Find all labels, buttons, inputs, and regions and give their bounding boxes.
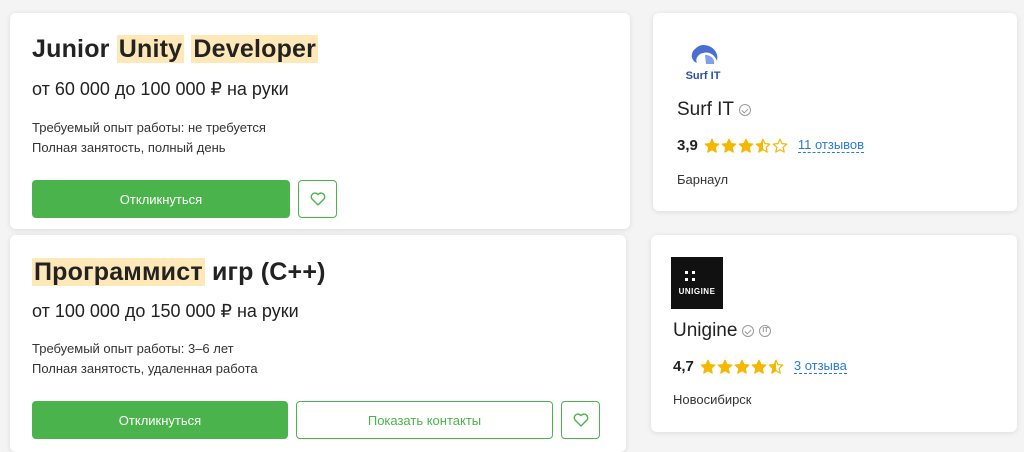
title-part-highlight: Программист (32, 258, 205, 286)
favorite-button[interactable] (298, 180, 337, 218)
employer-card: Surf IT Surf IT 3,9 11 отзывов Барнаул (653, 13, 1017, 211)
vacancy-salary: от 100 000 до 150 000 ₽ на руки (32, 301, 299, 321)
title-part-highlight: Unity (116, 35, 185, 63)
star-full-icon (704, 138, 720, 153)
rating-value: 4,7 (673, 358, 694, 375)
employer-city: Барнаул (677, 172, 729, 187)
vacancy-card: Программист игр (C++) от 100 000 до 150 … (10, 235, 626, 452)
vacancy-title[interactable]: Junior Unity Developer (32, 35, 319, 64)
rating-stars (700, 359, 784, 375)
employer-city: Новосибирск (673, 392, 752, 407)
reviews-link[interactable]: 11 отзывов (797, 138, 865, 153)
verified-check-icon (739, 104, 752, 116)
it-accreditation-icon: IT (759, 325, 772, 337)
apply-button[interactable]: Откликнуться (32, 180, 290, 218)
vacancy-experience: Требуемый опыт работы: не требуется (32, 120, 266, 135)
verified-check-icon (742, 325, 755, 337)
show-contacts-button[interactable]: Показать контакты (296, 401, 553, 439)
heart-icon (573, 413, 588, 427)
star-half-icon (755, 138, 771, 153)
star-full-icon (734, 359, 750, 374)
vacancy-card: Junior Unity Developer от 60 000 до 100 … (10, 13, 630, 229)
title-part: Junior (32, 35, 117, 63)
vacancy-employment: Полная занятость, удаленная работа (32, 361, 258, 376)
company-logo[interactable]: Surf IT (681, 41, 725, 85)
company-logo[interactable]: UNIGINE (671, 257, 723, 309)
employer-name-row: Unigine IT (673, 320, 772, 342)
rating-row: 3,9 11 отзывов (677, 137, 865, 154)
title-part-highlight: Developer (191, 35, 319, 63)
star-half-icon (768, 359, 784, 374)
apply-button[interactable]: Откликнуться (32, 401, 288, 439)
vacancy-salary: от 60 000 до 100 000 ₽ на руки (32, 79, 289, 99)
star-full-icon (700, 359, 716, 374)
vacancy-title[interactable]: Программист игр (C++) (32, 258, 326, 287)
rating-row: 4,7 3 отзыва (673, 358, 847, 375)
employer-card: UNIGINE Unigine IT 4,7 3 отзыва Новосиби… (651, 235, 1017, 432)
title-part: игр (C++) (204, 258, 326, 286)
star-full-icon (751, 359, 767, 374)
reviews-link[interactable]: 3 отзыва (793, 359, 847, 374)
star-full-icon (721, 138, 737, 153)
star-empty-icon (772, 138, 788, 153)
rating-stars (704, 138, 788, 154)
employer-name[interactable]: Surf IT (677, 99, 734, 121)
favorite-button[interactable] (561, 401, 600, 439)
employer-name-row: Surf IT (677, 99, 752, 121)
vacancy-experience: Требуемый опыт работы: 3–6 лет (32, 341, 234, 356)
logo-lettering: UNIGINE (679, 287, 716, 296)
heart-icon (310, 192, 325, 206)
star-full-icon (738, 138, 754, 153)
star-full-icon (717, 359, 733, 374)
vacancy-employment: Полная занятость, полный день (32, 140, 226, 155)
logo-lettering: Surf IT (686, 70, 721, 82)
employer-name[interactable]: Unigine (673, 320, 737, 342)
rating-value: 3,9 (677, 137, 698, 154)
